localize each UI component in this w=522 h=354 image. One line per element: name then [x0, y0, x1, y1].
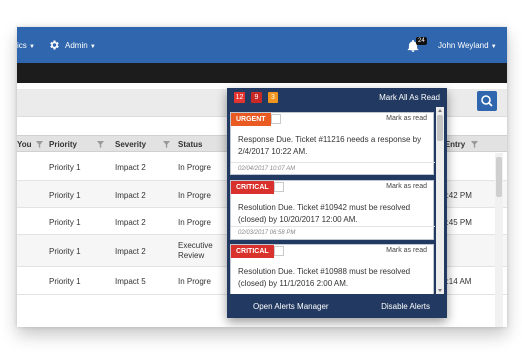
severity-cell: Impact 2 [115, 163, 146, 172]
alert-item: CRITICAL Mark as read Resolution Due. Ti… [230, 244, 434, 294]
urgent-tag: URGENT [231, 113, 271, 126]
priority-cell: Priority 1 [49, 247, 81, 256]
red-count-badge[interactable]: 12 [234, 92, 245, 103]
severity-cell: Impact 2 [115, 218, 146, 227]
notification-count-badge: 24 [416, 37, 427, 45]
column-header-status[interactable]: Status [178, 140, 202, 149]
scroll-up-arrow-icon[interactable] [438, 109, 442, 112]
alert-timestamp: 02/03/2017 06:58 PM [238, 230, 296, 236]
secondary-toolbar [17, 63, 507, 83]
scroll-down-arrow-icon[interactable] [438, 289, 442, 292]
alert-timestamp: 02/04/2017 10:07 AM [238, 166, 296, 172]
filter-icon[interactable] [97, 141, 104, 148]
status-cell: In Progre [178, 277, 211, 286]
column-header-priority[interactable]: Priority [49, 140, 77, 149]
divider [231, 226, 435, 227]
grid-scrollbar[interactable] [495, 153, 503, 327]
priority-cell: Priority 1 [49, 277, 81, 286]
filter-icon[interactable] [36, 141, 43, 148]
orange-count-badge[interactable]: 3 [268, 92, 278, 103]
nav-item-truncated[interactable]: ics ▼ [17, 41, 35, 50]
divider [231, 162, 435, 163]
severity-cell: Impact 5 [115, 277, 146, 286]
status-cell: In Progre [178, 218, 211, 227]
app-window: ics ▼ Admin ▼ 24 John Weyland ▼ You Prio… [17, 27, 507, 327]
critical-tag: CRITICAL [231, 245, 274, 258]
critical-tag: CRITICAL [231, 181, 274, 194]
column-header-you[interactable]: You [17, 140, 32, 149]
alerts-list: URGENT Mark as read Response Due. Ticket… [227, 107, 447, 294]
mark-as-read-link[interactable]: Mark as read [386, 247, 427, 254]
mark-all-as-read-link[interactable]: Mark All As Read [379, 93, 440, 102]
filter-icon[interactable] [471, 141, 478, 148]
filter-icon[interactable] [163, 141, 170, 148]
mark-as-read-link[interactable]: Mark as read [386, 183, 427, 190]
alerts-panel-header: 12 9 3 Mark All As Read [227, 88, 447, 107]
priority-cell: Priority 1 [49, 163, 81, 172]
alert-checkbox[interactable] [274, 246, 284, 256]
disable-alerts-link[interactable]: Disable Alerts [381, 302, 430, 311]
alert-item: URGENT Mark as read Response Due. Ticket… [230, 112, 435, 175]
user-menu[interactable]: John Weyland ▼ [438, 41, 497, 50]
severity-cell: Impact 2 [115, 191, 146, 200]
alert-message: Resolution Due. Ticket #10988 must be re… [238, 267, 411, 288]
dark-red-count-badge[interactable]: 9 [251, 92, 262, 103]
alert-item: CRITICAL Mark as read Resolution Due. Ti… [230, 180, 435, 240]
alert-message: Resolution Due. Ticket #10942 must be re… [238, 203, 411, 224]
priority-cell: Priority 1 [49, 218, 81, 227]
alerts-scrollbar[interactable] [436, 107, 444, 294]
column-header-severity[interactable]: Severity [115, 140, 146, 149]
scrollbar-thumb[interactable] [496, 157, 502, 197]
alerts-dropdown-panel: 12 9 3 Mark All As Read URGENT Mark as r… [227, 88, 447, 318]
alerts-panel-footer: Open Alerts Manager Disable Alerts [227, 294, 447, 318]
search-button[interactable] [477, 91, 497, 111]
scrollbar-thumb[interactable] [437, 115, 443, 141]
admin-menu[interactable]: Admin ▼ [65, 41, 96, 50]
status-cell: Executive Review [178, 241, 213, 260]
status-cell: In Progre [178, 191, 211, 200]
top-navigation-bar: ics ▼ Admin ▼ 24 John Weyland ▼ [17, 27, 507, 63]
alert-checkbox[interactable] [271, 114, 281, 124]
mark-as-read-link[interactable]: Mark as read [386, 115, 427, 122]
alert-message: Response Due. Ticket #11216 needs a resp… [238, 135, 422, 156]
gear-icon [50, 40, 59, 50]
severity-cell: Impact 2 [115, 247, 146, 256]
status-cell: In Progre [178, 163, 211, 172]
alert-checkbox[interactable] [274, 182, 284, 192]
open-alerts-manager-link[interactable]: Open Alerts Manager [253, 302, 329, 311]
search-icon [481, 95, 493, 107]
priority-cell: Priority 1 [49, 191, 81, 200]
